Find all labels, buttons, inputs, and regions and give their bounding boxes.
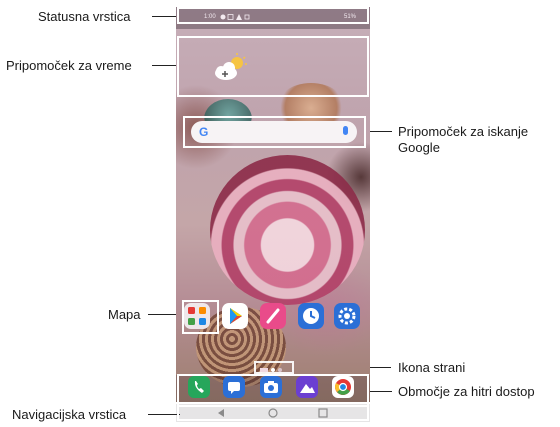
label-weather-widget: Pripomoček za vreme [6, 58, 132, 73]
label-folder: Mapa [108, 307, 141, 322]
label-google-search-2: Google [398, 140, 440, 155]
memo-icon[interactable] [260, 303, 286, 329]
settings-icon[interactable] [334, 303, 360, 329]
highlight-folder [182, 300, 219, 334]
label-status-bar: Statusna vrstica [38, 9, 131, 24]
clock-icon[interactable] [298, 303, 324, 329]
highlight-page-icon [254, 361, 294, 374]
play-store-icon[interactable] [222, 303, 248, 329]
highlight-quick-access [177, 374, 369, 407]
highlight-weather-widget [177, 36, 369, 97]
highlight-google-search [183, 116, 366, 148]
highlight-nav-bar [177, 405, 369, 421]
wallpaper-decoration [210, 155, 365, 305]
highlight-status-bar [177, 7, 369, 24]
label-quick-access: Območje za hitri dostop [398, 384, 535, 399]
label-google-search-1: Pripomoček za iskanje [398, 124, 529, 139]
label-nav-bar: Navigacijska vrstica [12, 407, 127, 422]
label-page-icon: Ikona strani [398, 360, 466, 375]
